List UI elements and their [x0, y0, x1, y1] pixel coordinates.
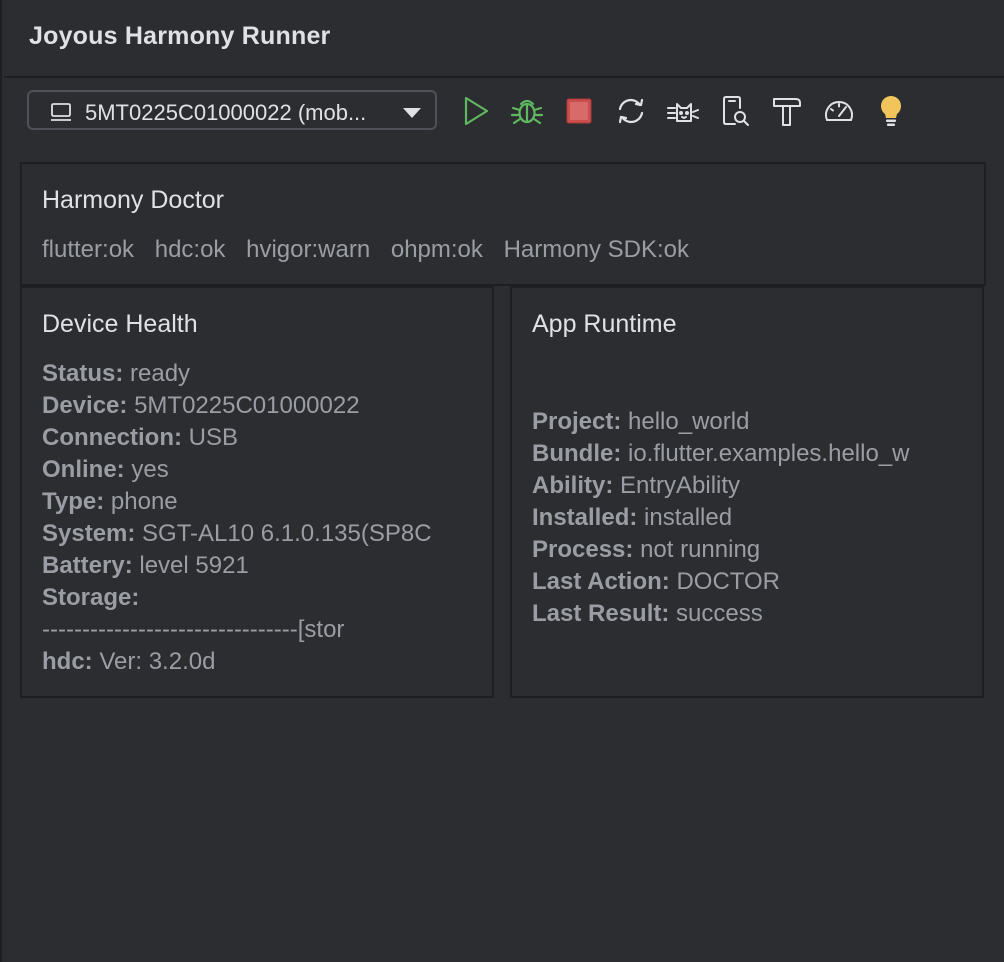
hdc-row: hdc: Ver: 3.2.0d: [42, 646, 474, 678]
ability-row: Ability: EntryAbility: [532, 470, 964, 502]
device-row: Device: 5MT0225C01000022: [42, 390, 474, 422]
last-result-value: success: [676, 600, 763, 627]
status-key: Status:: [42, 360, 124, 387]
system-value: SGT-AL10 6.1.0.135(SP8C: [142, 520, 432, 547]
last-result-key: Last Result:: [532, 600, 670, 627]
connection-key: Connection:: [42, 424, 182, 451]
doctor-checks: flutter:ok hdc:ok hvigor:warn ohpm:ok Ha…: [42, 236, 703, 264]
device-health-panel: Device Health Status: ready Device: 5MT0…: [20, 286, 494, 698]
project-value: hello_world: [628, 408, 750, 435]
storage-key: Storage:: [42, 584, 140, 611]
stop-icon: [562, 94, 596, 128]
doctor-check-harmony-sdk: Harmony SDK:ok: [503, 236, 689, 263]
process-key: Process:: [532, 536, 634, 563]
cat-icon: [666, 94, 700, 128]
device-selector[interactable]: 5MT0225C01000022 (mob...: [27, 90, 437, 130]
chevron-down-icon: [402, 106, 422, 124]
toolbar: 5MT0225C01000022 (mob...: [4, 78, 1004, 150]
app-runtime-list: Project: hello_world Bundle: io.flutter.…: [532, 406, 964, 630]
bundle-key: Bundle:: [532, 440, 622, 467]
device-key: Device:: [42, 392, 128, 419]
device-health-heading: Device Health: [42, 310, 198, 338]
system-row: System: SGT-AL10 6.1.0.135(SP8C: [42, 518, 474, 550]
battery-row: Battery: level 5921: [42, 550, 474, 582]
performance-button[interactable]: [822, 94, 856, 128]
last-action-value: DOCTOR: [676, 568, 781, 595]
type-value: phone: [110, 488, 178, 515]
ability-key: Ability:: [532, 472, 614, 499]
online-row: Online: yes: [42, 454, 474, 486]
device-value: 5MT0225C01000022: [134, 392, 360, 419]
installed-key: Installed:: [532, 504, 638, 531]
installed-value: installed: [644, 504, 733, 531]
device-inspect-button[interactable]: [718, 94, 752, 128]
battery-key: Battery:: [42, 552, 133, 579]
installed-row: Installed: installed: [532, 502, 964, 534]
project-row: Project: hello_world: [532, 406, 964, 438]
last-result-row: Last Result: success: [532, 598, 964, 630]
refresh-icon: [614, 94, 648, 128]
app-runtime-heading: App Runtime: [532, 310, 677, 338]
bundle-row: Bundle: io.flutter.examples.hello_w: [532, 438, 964, 470]
type-key: Type:: [42, 488, 105, 515]
play-icon: [459, 94, 493, 128]
hdc-value: Ver: 3.2.0d: [99, 648, 216, 675]
device-health-list: Status: ready Device: 5MT0225C01000022 C…: [42, 358, 474, 678]
bug-icon: [510, 94, 544, 128]
device-search-icon: [718, 94, 752, 128]
connection-row: Connection: USB: [42, 422, 474, 454]
debug-button[interactable]: [510, 94, 544, 128]
window-title: Joyous Harmony Runner: [29, 22, 331, 50]
tool-window: Joyous Harmony Runner 5MT0225C01000022 (…: [0, 0, 1004, 962]
online-value: yes: [131, 456, 169, 483]
gauge-icon: [822, 94, 856, 128]
system-key: System:: [42, 520, 136, 547]
devtools-button[interactable]: [666, 94, 700, 128]
doctor-check-flutter: flutter:ok: [42, 236, 135, 263]
ability-value: EntryAbility: [620, 472, 741, 499]
tips-button[interactable]: [874, 94, 908, 128]
doctor-check-hdc: hdc:ok: [154, 236, 226, 263]
hot-reload-button[interactable]: [614, 94, 648, 128]
doctor-check-hvigor: hvigor:warn: [246, 236, 371, 263]
title-bar: Joyous Harmony Runner: [4, 0, 1004, 78]
last-action-row: Last Action: DOCTOR: [532, 566, 964, 598]
bundle-value: io.flutter.examples.hello_w: [628, 440, 910, 467]
storage-value: --------------------------------[stor: [42, 616, 345, 643]
device-monitor-icon: [49, 100, 73, 129]
battery-value: level 5921: [139, 552, 249, 579]
process-row: Process: not running: [532, 534, 964, 566]
hammer-icon: [770, 94, 804, 128]
last-action-key: Last Action:: [532, 568, 670, 595]
harmony-doctor-heading: Harmony Doctor: [42, 186, 224, 214]
hdc-key: hdc:: [42, 648, 93, 675]
device-selector-label: 5MT0225C01000022 (mob...: [85, 100, 367, 125]
process-value: not running: [640, 536, 761, 563]
app-runtime-panel: App Runtime Project: hello_world Bundle:…: [510, 286, 984, 698]
online-key: Online:: [42, 456, 125, 483]
run-button[interactable]: [459, 94, 493, 128]
project-key: Project:: [532, 408, 622, 435]
harmony-doctor-panel: Harmony Doctor flutter:ok hdc:ok hvigor:…: [20, 162, 986, 286]
build-button[interactable]: [770, 94, 804, 128]
storage-row: Storage: --------------------------------…: [42, 582, 474, 646]
type-row: Type: phone: [42, 486, 474, 518]
lightbulb-icon: [874, 94, 908, 128]
connection-value: USB: [188, 424, 239, 451]
stop-button[interactable]: [562, 94, 596, 128]
status-value: ready: [130, 360, 191, 387]
status-row: Status: ready: [42, 358, 474, 390]
doctor-check-ohpm: ohpm:ok: [390, 236, 483, 263]
